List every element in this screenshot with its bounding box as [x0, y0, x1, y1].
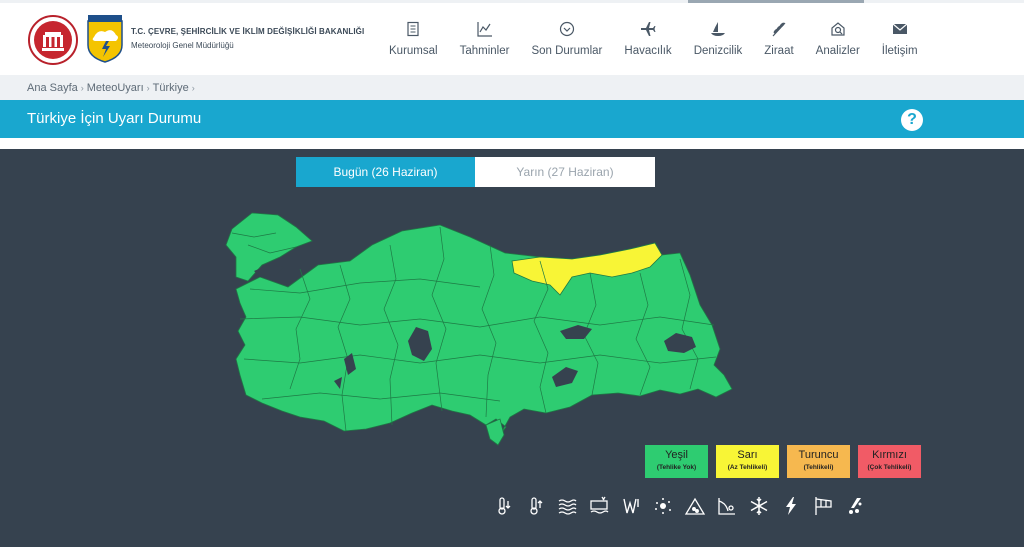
legend-orange-desc: (Tehlikeli) [803, 464, 834, 471]
day-tabs: Bugün (26 Haziran) Yarın (27 Haziran) [296, 157, 655, 187]
legend-yellow-desc: (Az Tehlikeli) [727, 464, 768, 471]
nav-kurumsal[interactable]: Kurumsal [378, 3, 449, 75]
legend-red-desc: (Çok Tehlikeli) [867, 464, 912, 471]
main-nav: Kurumsal Tahminler Son Durumlar Havacılı… [378, 3, 929, 75]
low-temperature-icon[interactable] [492, 495, 514, 517]
nav-label: Ziraat [764, 45, 794, 57]
tab-tomorrow[interactable]: Yarın (27 Haziran) [475, 157, 655, 187]
avalanche-icon[interactable] [684, 495, 706, 517]
ministry-logo[interactable] [28, 15, 78, 65]
fog-icon[interactable] [556, 495, 578, 517]
legend-green-desc: (Tehlike Yok) [656, 464, 697, 471]
nav-havacilik[interactable]: Havacılık [613, 3, 682, 75]
legend-red-name: Kırmızı [872, 449, 907, 461]
breadcrumb-separator: › [191, 83, 195, 93]
nav-label: Tahminler [459, 45, 510, 57]
analysis-icon [831, 22, 845, 36]
legend-green[interactable]: Yeşil (Tehlike Yok) [645, 445, 708, 478]
nav-denizcilik[interactable]: Denizcilik [683, 3, 754, 75]
thunderstorm-icon[interactable] [780, 495, 802, 517]
nav-label: Kurumsal [389, 45, 438, 57]
nav-tahminler[interactable]: Tahminler [449, 3, 521, 75]
breadcrumb-separator: › [80, 83, 84, 93]
ministry-name: T.C. ÇEVRE, ŞEHİRCİLİK VE İKLİM DEĞİŞİKL… [131, 27, 365, 36]
wheat-icon [772, 22, 786, 37]
legend-orange[interactable]: Turuncu (Tehlikeli) [787, 445, 850, 478]
rain-icon[interactable] [620, 495, 642, 517]
nav-son-durumlar[interactable]: Son Durumlar [520, 3, 613, 75]
document-icon [407, 21, 419, 37]
nav-label: İletişim [881, 45, 918, 57]
chart-icon [476, 22, 492, 37]
legend-yellow[interactable]: Sarı (Az Tehlikeli) [716, 445, 779, 478]
snowmelt-icon[interactable] [588, 495, 610, 517]
nav-iletisim[interactable]: İletişim [871, 3, 929, 75]
nav-ziraat[interactable]: Ziraat [753, 3, 804, 75]
legend-green-name: Yeşil [665, 449, 688, 461]
hail-icon[interactable] [844, 495, 866, 517]
page-title: Türkiye İçin Uyarı Durumu [27, 110, 202, 127]
legend-red[interactable]: Kırmızı (Çok Tehlikeli) [858, 445, 921, 478]
agency-name: Meteoroloji Genel Müdürlüğü [131, 41, 234, 50]
nav-label: Havacılık [624, 45, 672, 57]
breadcrumb-meteouyari[interactable]: MeteoUyarı [87, 82, 144, 94]
breadcrumb-separator: › [146, 83, 150, 93]
snow-icon[interactable] [748, 495, 770, 517]
dust-icon[interactable] [652, 495, 674, 517]
nav-label: Analizler [815, 45, 860, 57]
meteoroloji-logo[interactable] [86, 15, 124, 63]
tab-today[interactable]: Bugün (26 Haziran) [296, 157, 475, 187]
nav-label: Son Durumlar [531, 45, 603, 57]
spacer [0, 138, 1024, 149]
legend-yellow-name: Sarı [737, 449, 758, 461]
brand-text: T.C. ÇEVRE, ŞEHİRCİLİK VE İKLİM DEĞİŞİKL… [131, 27, 364, 50]
warning-panel: Bugün (26 Haziran) Yarın (27 Haziran) Ye… [0, 149, 1024, 547]
breadcrumb-home[interactable]: Ana Sayfa [27, 82, 78, 94]
envelope-icon [892, 23, 908, 34]
airplane-icon [641, 22, 656, 36]
breadcrumb: Ana Sayfa › MeteoUyarı › Türkiye › [0, 75, 1024, 100]
turkey-warning-map[interactable] [0, 149, 1024, 547]
help-icon[interactable]: ? [901, 109, 923, 131]
hazard-icons [492, 495, 866, 517]
breadcrumb-turkiye[interactable]: Türkiye [153, 82, 189, 94]
bottom-strip [0, 547, 1024, 555]
title-bar: Türkiye İçin Uyarı Durumu ? [0, 100, 1024, 138]
turkey-map-shape[interactable] [225, 212, 733, 446]
warning-legend: Yeşil (Tehlike Yok) Sarı (Az Tehlikeli) … [645, 445, 921, 478]
legend-orange-name: Turuncu [798, 449, 839, 461]
site-header: T.C. ÇEVRE, ŞEHİRCİLİK VE İKLİM DEĞİŞİKL… [0, 3, 1024, 75]
nav-label: Denizcilik [693, 45, 743, 57]
wind-icon[interactable] [812, 495, 834, 517]
sailboat-icon [710, 22, 725, 36]
chevron-circle-icon [559, 21, 575, 37]
nav-analizler[interactable]: Analizler [805, 3, 871, 75]
landslide-icon[interactable] [716, 495, 738, 517]
high-temperature-icon[interactable] [524, 495, 546, 517]
